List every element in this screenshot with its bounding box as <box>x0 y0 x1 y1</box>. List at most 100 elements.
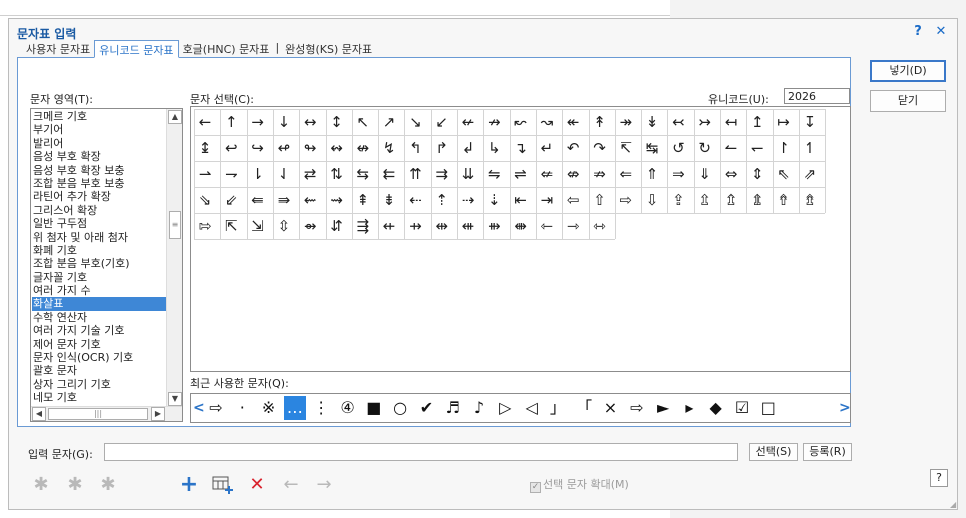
recent-char-cell[interactable]: ► <box>652 396 674 420</box>
area-vscrollbar[interactable]: ▲ ≡ ▼ <box>166 109 182 407</box>
recent-prev-icon[interactable]: < <box>193 400 205 416</box>
char-cell[interactable]: ⇌ <box>510 161 532 187</box>
char-cell[interactable]: ⇩ <box>641 187 663 213</box>
insert-button[interactable]: 넣기(D) <box>870 60 946 82</box>
char-cell[interactable]: ⇸ <box>404 213 426 239</box>
char-cell[interactable]: ↵ <box>536 135 558 161</box>
char-cell[interactable]: ⇇ <box>378 161 400 187</box>
scroll-up-icon[interactable]: ▲ <box>168 110 182 124</box>
scroll-left-icon[interactable]: ◀ <box>32 407 46 421</box>
tab-user-charmap[interactable]: 사용자 문자표 <box>22 40 94 57</box>
char-cell[interactable]: ⇗ <box>799 161 821 187</box>
char-cell[interactable]: ↜ <box>510 109 532 135</box>
char-cell[interactable]: ⇘ <box>194 187 216 213</box>
recent-char-cell[interactable]: ◁ <box>521 396 543 420</box>
resize-grip-icon[interactable]: ◢ <box>950 500 960 510</box>
char-cell[interactable]: ⇞ <box>352 187 374 213</box>
char-cell[interactable]: ↖ <box>352 109 374 135</box>
recent-char-cell[interactable]: ⇨ <box>626 396 648 420</box>
char-cell[interactable]: ⇦ <box>562 187 584 213</box>
char-cell[interactable]: ↽ <box>746 135 768 161</box>
char-cell[interactable]: ⇆ <box>352 161 374 187</box>
tab-ks-charmap[interactable]: 완성형(KS) 문자표 <box>281 40 376 57</box>
char-cell[interactable]: ⇊ <box>457 161 479 187</box>
char-cell[interactable]: ↓ <box>273 109 295 135</box>
char-cell[interactable]: ↪ <box>247 135 269 161</box>
char-cell[interactable]: ↙ <box>431 109 453 135</box>
char-cell[interactable]: ↿ <box>799 135 821 161</box>
char-cell[interactable]: ↩ <box>220 135 242 161</box>
char-cell[interactable]: ↥ <box>746 109 768 135</box>
char-cell[interactable]: ⇑ <box>641 161 663 187</box>
char-cell[interactable]: ⇼ <box>510 213 532 239</box>
char-cell[interactable]: ↧ <box>799 109 821 135</box>
recent-char-cell[interactable]: □ <box>757 396 779 420</box>
recent-char-cell[interactable]: ⇨ <box>205 396 227 420</box>
char-cell[interactable]: ↞ <box>562 109 584 135</box>
char-cell[interactable]: ⇚ <box>247 187 269 213</box>
area-list-item[interactable]: 음성 부호 확장 <box>32 150 167 163</box>
char-cell[interactable]: ⇁ <box>220 161 242 187</box>
char-cell[interactable]: ⇡ <box>431 187 453 213</box>
area-list-item[interactable]: 글자꼴 기호 <box>32 271 167 284</box>
char-cell[interactable]: ↗ <box>378 109 400 135</box>
area-list-item[interactable]: 상자 그리기 기호 <box>32 378 167 391</box>
select-button[interactable]: 선택(S) <box>749 443 798 461</box>
char-cell[interactable]: ⇤ <box>510 187 532 213</box>
area-list-item[interactable]: 네모 기호 <box>32 391 167 404</box>
help-icon[interactable]: ? <box>930 469 948 487</box>
recent-char-cell[interactable]: ※ <box>258 396 280 420</box>
char-cell[interactable]: ⇵ <box>326 213 348 239</box>
char-cell[interactable]: ⇙ <box>220 187 242 213</box>
char-cell[interactable]: ⇥ <box>536 187 558 213</box>
char-cell[interactable]: ⇫ <box>694 187 716 213</box>
char-cell[interactable]: ⇎ <box>562 161 584 187</box>
scroll-right-icon[interactable]: ▶ <box>151 407 165 421</box>
char-cell[interactable]: ⇋ <box>483 161 505 187</box>
char-cell[interactable]: ⇠ <box>404 187 426 213</box>
char-cell[interactable]: ↫ <box>273 135 295 161</box>
recent-char-cell[interactable]: ④ <box>337 396 359 420</box>
char-cell[interactable]: ⇔ <box>720 161 742 187</box>
area-list-item[interactable]: 화살표 <box>32 297 167 311</box>
char-cell[interactable]: ⇃ <box>273 161 295 187</box>
recent-char-cell[interactable]: ✔ <box>415 396 437 420</box>
recent-char-cell[interactable]: ▷ <box>494 396 516 420</box>
char-cell[interactable]: ⇄ <box>299 161 321 187</box>
area-list-item[interactable]: 라틴어 추가 확장 <box>32 190 167 203</box>
char-cell[interactable]: ↼ <box>720 135 742 161</box>
area-list-item[interactable]: 수학 연산자 <box>32 311 167 324</box>
char-cell[interactable]: ⇟ <box>378 187 400 213</box>
char-cell[interactable]: ↑ <box>220 109 242 135</box>
char-cell[interactable]: ⇳ <box>273 213 295 239</box>
char-cell[interactable]: ← <box>194 109 216 135</box>
char-cell[interactable]: ↦ <box>773 109 795 135</box>
char-cell[interactable]: ↸ <box>615 135 637 161</box>
char-cell[interactable]: ⇕ <box>746 161 768 187</box>
char-cell[interactable]: ⇷ <box>378 213 400 239</box>
scroll-thumb[interactable]: ≡ <box>169 211 181 239</box>
help-button[interactable]: ? <box>910 24 926 39</box>
add-icon[interactable]: + <box>176 473 202 497</box>
char-cell[interactable]: ↯ <box>378 135 400 161</box>
char-cell[interactable]: ↹ <box>641 135 663 161</box>
char-cell[interactable]: ↛ <box>483 109 505 135</box>
char-cell[interactable]: ↮ <box>352 135 374 161</box>
recent-char-cell[interactable]: ▸ <box>678 396 700 420</box>
char-cell[interactable]: ↚ <box>457 109 479 135</box>
unicode-input[interactable]: 2026 <box>784 88 850 104</box>
char-cell[interactable]: ↰ <box>404 135 426 161</box>
recent-char-cell[interactable]: … <box>283 396 306 420</box>
area-list-item[interactable]: 괄호 문자 <box>32 364 167 377</box>
area-list-item[interactable]: 문자 인식(OCR) 기호 <box>32 351 167 364</box>
char-cell[interactable]: ⇽ <box>536 213 558 239</box>
char-cell[interactable]: ↺ <box>667 135 689 161</box>
area-list-item[interactable]: 일반 구두점 <box>32 217 167 230</box>
char-cell[interactable]: ↨ <box>194 135 216 161</box>
char-cell[interactable]: ⇯ <box>799 187 821 213</box>
area-list-item[interactable]: 음성 부호 확장 보충 <box>32 164 167 177</box>
char-cell[interactable]: ⇾ <box>562 213 584 239</box>
char-cell[interactable]: → <box>247 109 269 135</box>
char-cell[interactable]: ⇣ <box>483 187 505 213</box>
char-cell[interactable]: ⇨ <box>615 187 637 213</box>
